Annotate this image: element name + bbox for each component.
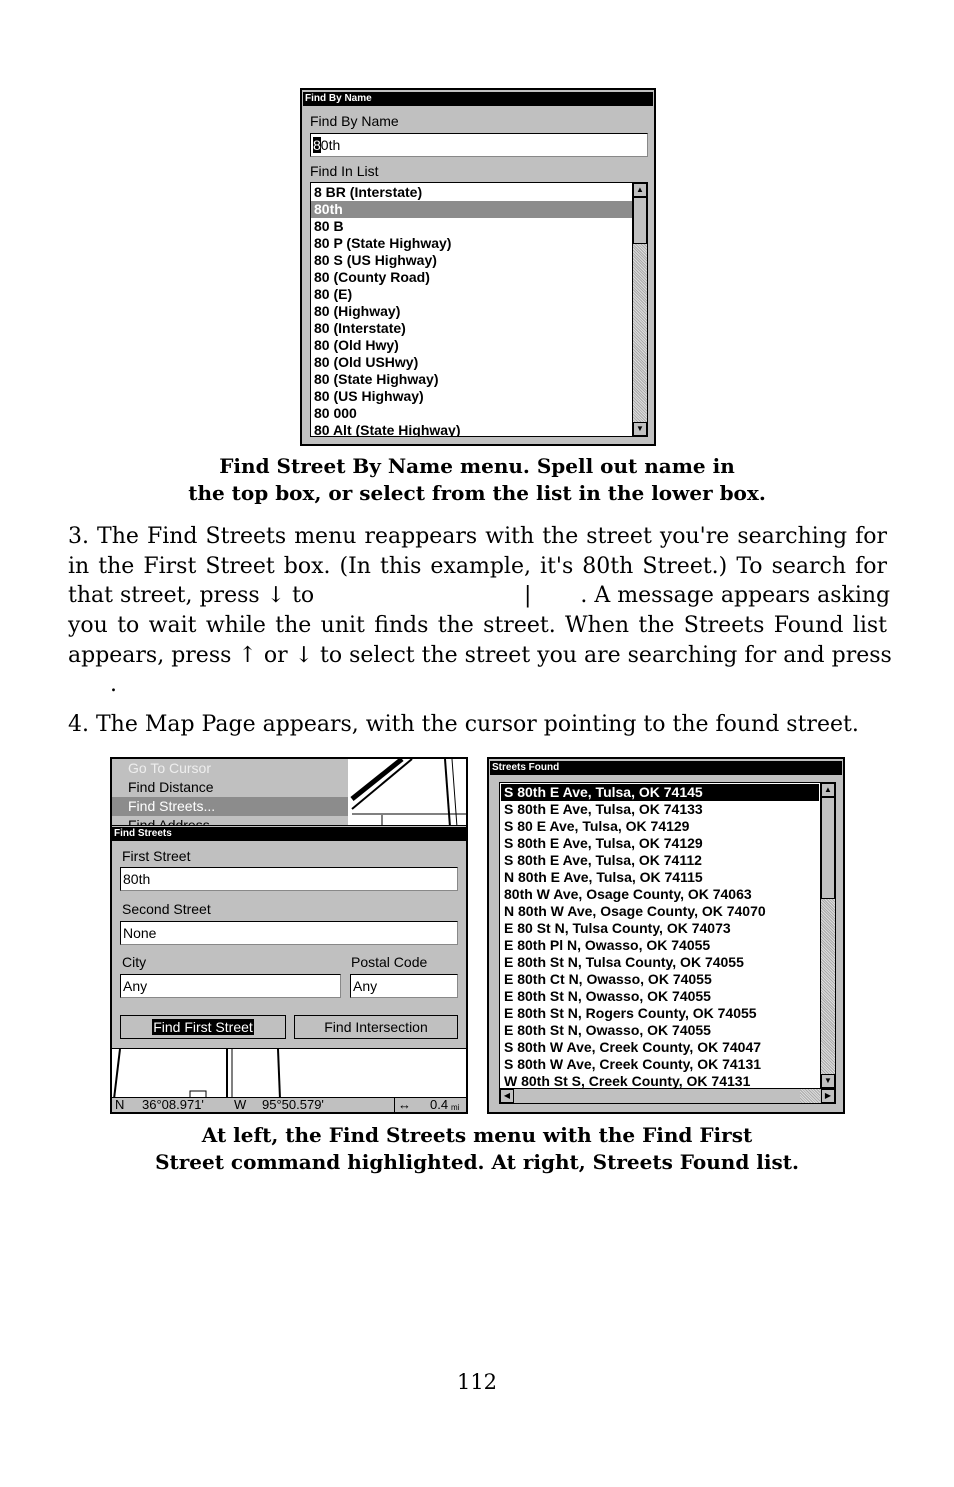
list-item[interactable]: 80th W Ave, Osage County, OK 74063 <box>501 886 819 903</box>
vertical-scrollbar[interactable]: ▲ ▼ <box>632 183 647 436</box>
list-item[interactable]: 80 (Interstate) <box>311 320 632 337</box>
list-item[interactable]: E 80 St N, Tulsa County, OK 74073 <box>501 920 819 937</box>
title-bar: Find By Name <box>303 92 653 106</box>
find-by-name-input[interactable]: 80th <box>310 133 648 157</box>
menu-item-go-to-cursor[interactable]: Go To Cursor <box>112 759 348 778</box>
step-4-paragraph: 4. The Map Page appears, with the cursor… <box>68 712 859 737</box>
longitude-readout: 95°50.579' <box>262 1097 324 1112</box>
find-streets-screenshot: Go To Cursor Find Distance Find Streets.… <box>110 757 468 1114</box>
list-item[interactable]: E 80th St N, Rogers County, OK 74055 <box>501 1005 819 1022</box>
find-streets-dialog: Find Streets First Street 80th Second St… <box>112 825 466 1049</box>
text-line: . <box>68 672 117 698</box>
list-item[interactable]: S 80th E Ave, Tulsa, OK 74133 <box>501 801 819 818</box>
vertical-scrollbar[interactable]: ▲ ▼ <box>820 783 835 1088</box>
text-line: appears, press ↑ or ↓ to select the stre… <box>68 642 892 668</box>
list-item[interactable]: E 80th St N, Owasso, OK 74055 <box>501 988 819 1005</box>
scroll-up-icon[interactable]: ▲ <box>821 783 835 797</box>
list-item[interactable]: 8 BR (Interstate) <box>311 184 632 201</box>
find-intersection-button[interactable]: Find Intersection <box>294 1015 458 1039</box>
text-cursor: 8 <box>313 137 321 153</box>
text-line: that street, press ↓ to | . A message ap… <box>68 583 891 609</box>
scale-value: 0.4 <box>430 1097 449 1112</box>
caption-line: Find Street By Name menu. Spell out name… <box>219 454 735 478</box>
list-item[interactable]: 80 (E) <box>311 286 632 303</box>
list-item[interactable]: 80 P (State Highway) <box>311 235 632 252</box>
list-item[interactable]: 80 (Old USHwy) <box>311 354 632 371</box>
postal-code-label: Postal Code <box>351 954 428 970</box>
step-3-paragraph: 3. The Find Streets menu reappears with … <box>68 522 892 700</box>
list-item[interactable]: S 80 E Ave, Tulsa, OK 74129 <box>501 818 819 835</box>
list-item[interactable]: E 80th Ct N, Owasso, OK 74055 <box>501 971 819 988</box>
second-street-input[interactable]: None <box>120 921 458 945</box>
postal-code-input[interactable]: Any <box>350 974 458 998</box>
find-in-list-label: Find In List <box>310 163 379 179</box>
scroll-down-icon[interactable]: ▼ <box>821 1074 835 1088</box>
list-item[interactable]: E 80th St N, Tulsa County, OK 74055 <box>501 954 819 971</box>
list-item[interactable]: 80 (County Road) <box>311 269 632 286</box>
button-label: Find First Street <box>152 1019 254 1035</box>
map-status-bar: N 36°08.971' W 95°50.579' ↔ 0.4 mi <box>112 1097 466 1112</box>
scroll-thumb[interactable] <box>633 197 647 244</box>
list-item[interactable]: E 80th Pl N, Owasso, OK 74055 <box>501 937 819 954</box>
second-street-label: Second Street <box>122 901 211 917</box>
first-street-label: First Street <box>122 848 191 864</box>
list-item[interactable]: 80 (Old Hwy) <box>311 337 632 354</box>
scroll-thumb[interactable] <box>821 797 835 899</box>
list-item[interactable]: 80 (State Highway) <box>311 371 632 388</box>
list-item[interactable]: 80th <box>311 201 632 218</box>
latitude-hemisphere: N <box>115 1097 125 1112</box>
caption-line: Street command highlighted. At right, St… <box>155 1150 799 1174</box>
list-item[interactable]: 80 000 <box>311 405 632 422</box>
text-line: in the First Street box. (In this exampl… <box>68 553 887 579</box>
list-item[interactable]: 80 Alt (State Highway) <box>311 422 632 436</box>
streets-found-list[interactable]: S 80th E Ave, Tulsa, OK 74145 S 80th E Av… <box>499 782 836 1104</box>
text-line: 3. The Find Streets menu reappears with … <box>68 524 887 549</box>
list-item[interactable]: S 80th E Ave, Tulsa, OK 74129 <box>501 835 819 852</box>
list-item[interactable]: 80 B <box>311 218 632 235</box>
city-label: City <box>122 954 147 970</box>
list-item[interactable]: 80 S (US Highway) <box>311 252 632 269</box>
find-in-list[interactable]: 8 BR (Interstate) 80th 80 B 80 P (State Hig… <box>310 182 648 437</box>
list-item[interactable]: S 80th E Ave, Tulsa, OK 74112 <box>501 852 819 869</box>
menu-item-find-streets[interactable]: Find Streets... <box>112 797 348 816</box>
scale-unit: mi <box>451 1103 460 1112</box>
list-item[interactable]: S 80th W Ave, Creek County, OK 74047 <box>501 1039 819 1056</box>
scroll-right-icon[interactable]: ▶ <box>821 1089 835 1103</box>
text-line: you to wait while the unit finds the str… <box>68 613 887 639</box>
find-by-name-label: Find By Name <box>310 113 399 129</box>
scroll-down-icon[interactable]: ▼ <box>633 422 647 436</box>
figure-caption-bottom: At left, the Find Streets menu with the … <box>0 1122 954 1176</box>
hscroll-track[interactable] <box>800 1089 820 1103</box>
list-item[interactable]: N 80th W Ave, Osage County, OK 74070 <box>501 903 819 920</box>
list-item[interactable]: S 80th E Ave, Tulsa, OK 74145 <box>501 784 819 801</box>
find-by-name-screenshot: Find By Name Find By Name 80th Find In L… <box>300 88 656 446</box>
city-input[interactable]: Any <box>120 974 341 998</box>
caption-line: the top box, or select from the list in … <box>188 481 766 505</box>
latitude-readout: 36°08.971' <box>142 1097 204 1112</box>
caption-line: At left, the Find Streets menu with the … <box>201 1123 753 1147</box>
scale-arrow-icon: ↔ <box>394 1098 411 1112</box>
scroll-up-icon[interactable]: ▲ <box>633 183 647 197</box>
map-context-menu: Go To Cursor Find Distance Find Streets.… <box>112 759 348 833</box>
title-bar: Find Streets <box>112 827 466 841</box>
page-number: 112 <box>456 1370 498 1394</box>
title-bar: Streets Found <box>490 761 842 775</box>
first-street-input[interactable]: 80th <box>120 867 458 891</box>
scroll-left-icon[interactable]: ◀ <box>500 1089 514 1103</box>
list-item[interactable]: E 80th St N, Owasso, OK 74055 <box>501 1022 819 1039</box>
horizontal-scrollbar[interactable]: ◀ ▶ <box>500 1088 835 1103</box>
list-item[interactable]: N 80th E Ave, Tulsa, OK 74115 <box>501 869 819 886</box>
list-item[interactable]: S 80th W Ave, Creek County, OK 74131 <box>501 1056 819 1073</box>
figure-caption-top: Find Street By Name menu. Spell out name… <box>0 453 954 507</box>
menu-item-find-distance[interactable]: Find Distance <box>112 778 348 797</box>
find-first-street-button[interactable]: Find First Street <box>120 1015 286 1039</box>
input-value: 0th <box>320 137 341 153</box>
longitude-hemisphere: W <box>234 1097 247 1112</box>
list-item[interactable]: 80 (US Highway) <box>311 388 632 405</box>
list-item[interactable]: 80 (Highway) <box>311 303 632 320</box>
streets-found-screenshot: Streets Found S 80th E Ave, Tulsa, OK 74… <box>487 757 845 1114</box>
